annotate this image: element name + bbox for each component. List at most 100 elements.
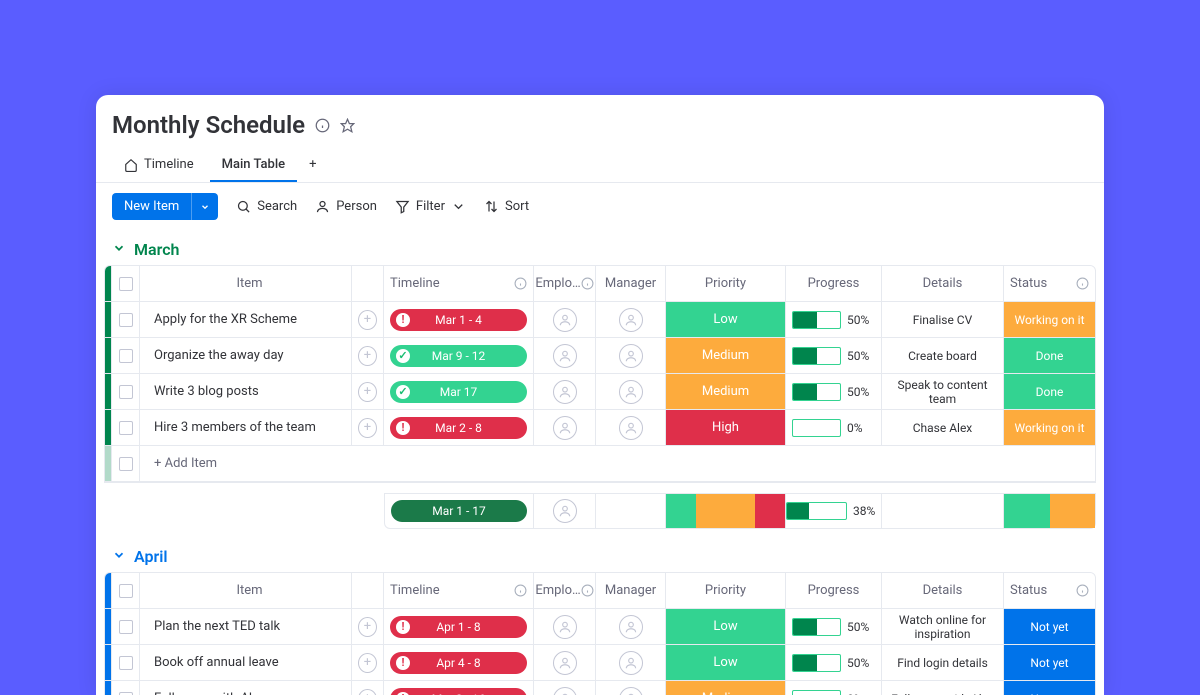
employee-avatar[interactable] [553, 380, 577, 404]
summary-avatar[interactable] [553, 499, 577, 523]
table-row[interactable]: Book off annual leave + !Apr 4 - 8 Low 5… [105, 645, 1095, 681]
manager-avatar[interactable] [619, 651, 643, 675]
tab-main-table[interactable]: Main Table [210, 149, 298, 182]
timeline-pill[interactable]: !Apr 4 - 8 [390, 652, 527, 674]
priority-cell[interactable]: Low [666, 302, 785, 337]
details-cell[interactable]: Chase Alex [881, 410, 1003, 445]
item-name[interactable]: Follow up with Alex [139, 681, 351, 695]
row-checkbox[interactable] [119, 656, 133, 670]
timeline-pill[interactable]: ✓Mar 17 [390, 381, 527, 403]
priority-cell[interactable]: High [666, 410, 785, 445]
new-item-dropdown[interactable] [191, 193, 218, 220]
info-icon[interactable] [1076, 584, 1089, 597]
search-button[interactable]: Search [236, 199, 297, 214]
progress-cell[interactable]: 50% [792, 618, 875, 636]
col-status[interactable]: Status [1003, 266, 1095, 301]
employee-avatar[interactable] [553, 615, 577, 639]
add-view-button[interactable]: + [301, 149, 324, 182]
item-name[interactable]: Hire 3 members of the team [139, 410, 351, 445]
employee-avatar[interactable] [553, 687, 577, 695]
row-checkbox[interactable] [119, 620, 133, 634]
col-employee[interactable]: Emplo… [533, 266, 595, 301]
status-cell[interactable]: Not yet [1004, 609, 1095, 644]
status-cell[interactable]: Working on it [1004, 410, 1095, 445]
timeline-pill[interactable]: !Mar 2 - 8 [390, 417, 527, 439]
table-row[interactable]: Follow up with Alex + !Mar 8 - 16 Medium… [105, 681, 1095, 695]
chevron-down-icon[interactable] [112, 547, 126, 566]
add-subitem-icon[interactable]: + [358, 310, 377, 330]
progress-cell[interactable]: 0% [792, 690, 875, 695]
group-header[interactable]: April [104, 541, 1096, 572]
item-name[interactable]: Apply for the XR Scheme [139, 302, 351, 337]
add-item-row[interactable]: + Add Item [105, 446, 1095, 482]
item-name[interactable]: Book off annual leave [139, 645, 351, 680]
row-checkbox[interactable] [119, 421, 133, 435]
employee-avatar[interactable] [553, 308, 577, 332]
new-item-label[interactable]: New Item [112, 193, 191, 220]
col-priority[interactable]: Priority [665, 266, 785, 301]
manager-avatar[interactable] [619, 344, 643, 368]
employee-avatar[interactable] [553, 344, 577, 368]
add-subitem-icon[interactable]: + [358, 382, 377, 402]
details-cell[interactable]: Follow up with Alex [881, 681, 1003, 695]
progress-cell[interactable]: 0% [792, 419, 875, 437]
info-icon[interactable] [1076, 277, 1089, 290]
manager-avatar[interactable] [619, 416, 643, 440]
table-row[interactable]: Hire 3 members of the team + !Mar 2 - 8 … [105, 410, 1095, 446]
status-cell[interactable]: Done [1004, 374, 1095, 409]
new-item-button[interactable]: New Item [112, 193, 218, 220]
col-status[interactable]: Status [1003, 573, 1095, 608]
col-progress[interactable]: Progress [785, 266, 881, 301]
add-subitem-icon[interactable]: + [358, 653, 377, 673]
select-all-checkbox[interactable] [119, 584, 133, 598]
col-priority[interactable]: Priority [665, 573, 785, 608]
manager-avatar[interactable] [619, 380, 643, 404]
col-timeline[interactable]: Timeline [383, 573, 533, 608]
summary-timeline[interactable]: Mar 1 - 17 [391, 500, 527, 522]
priority-cell[interactable]: Medium [666, 338, 785, 373]
table-row[interactable]: Organize the away day + ✓Mar 9 - 12 Medi… [105, 338, 1095, 374]
timeline-pill[interactable]: ✓Mar 9 - 12 [390, 345, 527, 367]
progress-cell[interactable]: 50% [792, 347, 875, 365]
row-checkbox[interactable] [119, 457, 133, 471]
person-button[interactable]: Person [315, 199, 377, 214]
col-item[interactable]: Item [139, 266, 351, 301]
add-subitem-icon[interactable]: + [358, 617, 377, 637]
add-item-label[interactable]: + Add Item [139, 446, 1095, 481]
col-item[interactable]: Item [139, 573, 351, 608]
tab-timeline[interactable]: Timeline [112, 149, 206, 182]
status-cell[interactable]: Working on it [1004, 302, 1095, 337]
employee-avatar[interactable] [553, 651, 577, 675]
progress-cell[interactable]: 50% [792, 311, 875, 329]
priority-cell[interactable]: Medium [666, 681, 785, 695]
row-checkbox[interactable] [119, 313, 133, 327]
sort-button[interactable]: Sort [484, 199, 529, 214]
item-name[interactable]: Write 3 blog posts [139, 374, 351, 409]
details-cell[interactable]: Create board [881, 338, 1003, 373]
info-icon[interactable] [315, 118, 330, 133]
timeline-pill[interactable]: !Mar 8 - 16 [390, 688, 527, 695]
col-manager[interactable]: Manager [595, 266, 665, 301]
filter-button[interactable]: Filter [395, 199, 466, 214]
add-subitem-icon[interactable]: + [358, 418, 377, 438]
item-name[interactable]: Plan the next TED talk [139, 609, 351, 644]
details-cell[interactable]: Finalise CV [881, 302, 1003, 337]
priority-cell[interactable]: Low [666, 645, 785, 680]
add-subitem-icon[interactable]: + [358, 346, 377, 366]
status-cell[interactable]: Not yet [1004, 681, 1095, 695]
col-progress[interactable]: ⇳Progress [785, 573, 881, 608]
priority-cell[interactable]: Medium [666, 374, 785, 409]
table-row[interactable]: Plan the next TED talk + !Apr 1 - 8 Low … [105, 609, 1095, 645]
table-row[interactable]: Write 3 blog posts + ✓Mar 17 Medium 50% … [105, 374, 1095, 410]
employee-avatar[interactable] [553, 416, 577, 440]
manager-avatar[interactable] [619, 308, 643, 332]
details-cell[interactable]: Speak to content team [881, 374, 1003, 409]
info-icon[interactable] [581, 277, 594, 290]
col-details[interactable]: Details [881, 266, 1003, 301]
details-cell[interactable]: Find login details [881, 645, 1003, 680]
row-checkbox[interactable] [119, 349, 133, 363]
row-checkbox[interactable] [119, 385, 133, 399]
info-icon[interactable] [581, 584, 594, 597]
priority-cell[interactable]: Low [666, 609, 785, 644]
select-all-checkbox[interactable] [119, 277, 133, 291]
